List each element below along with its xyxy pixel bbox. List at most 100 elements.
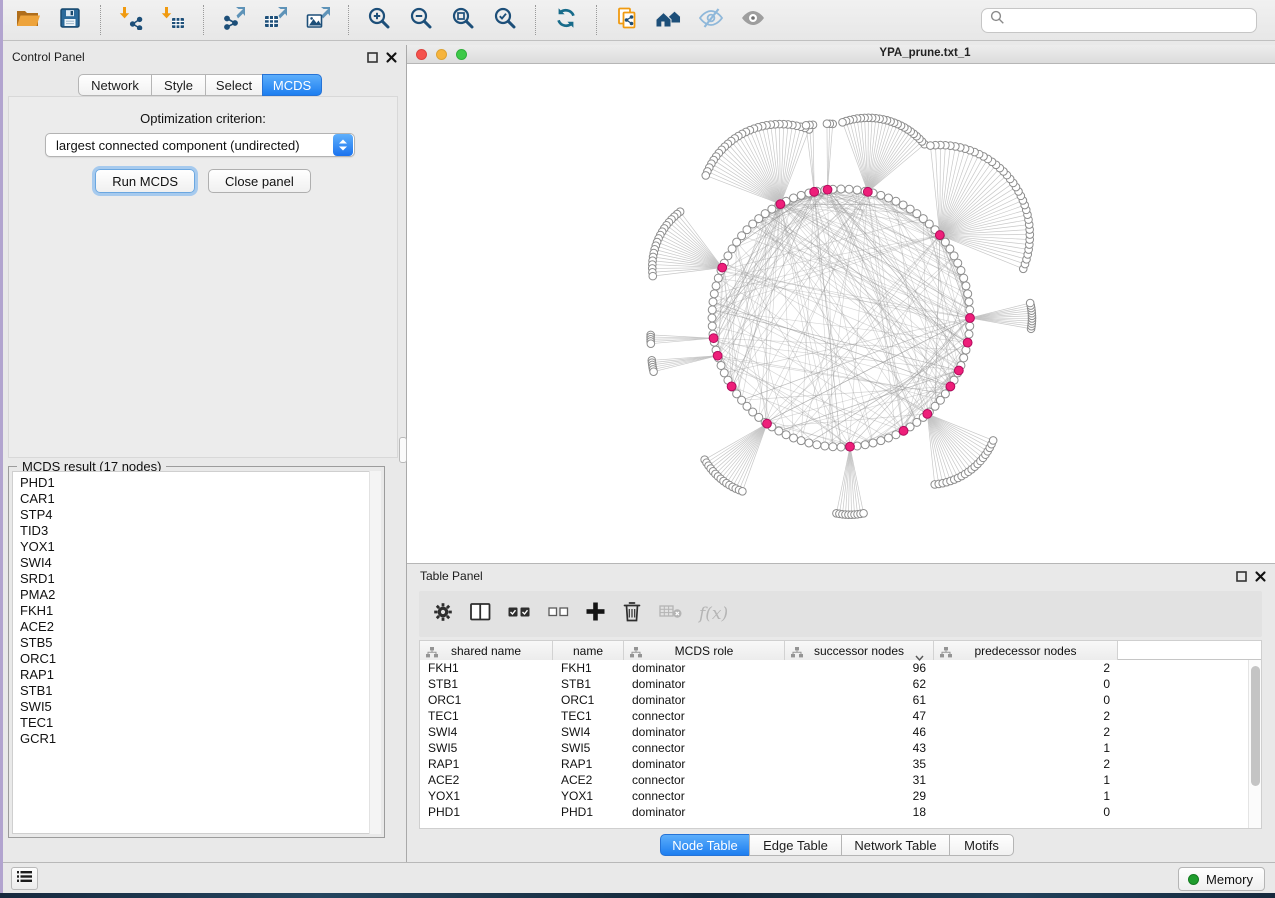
create-column-button[interactable] xyxy=(586,602,605,626)
mcds-node-item[interactable]: ORC1 xyxy=(20,651,366,667)
table-cell: 2 xyxy=(934,756,1118,772)
open-file-button[interactable] xyxy=(7,3,49,37)
show-all-button[interactable] xyxy=(732,3,774,37)
tab-network[interactable]: Network xyxy=(78,74,152,96)
table-row[interactable]: ORC1ORC1dominator610 xyxy=(420,692,1261,708)
table-row[interactable]: RAP1RAP1dominator352 xyxy=(420,756,1261,772)
export-table-button[interactable] xyxy=(255,3,297,37)
mcds-node-item[interactable]: STB5 xyxy=(20,635,366,651)
tab-style[interactable]: Style xyxy=(151,74,206,96)
tab-edge-table[interactable]: Edge Table xyxy=(749,834,842,856)
save-session-button[interactable] xyxy=(49,3,91,37)
close-panel-button[interactable] xyxy=(1255,571,1266,582)
button-label: Run MCDS xyxy=(112,174,178,189)
export-image-button[interactable] xyxy=(297,3,339,37)
mcds-node-item[interactable]: FKH1 xyxy=(20,603,366,619)
table-cell: SWI5 xyxy=(420,740,553,756)
tab-label: Network xyxy=(91,78,139,93)
column-header-predecessor-nodes[interactable]: predecessor nodes xyxy=(934,641,1118,660)
mcds-node-item[interactable]: GCR1 xyxy=(20,731,366,747)
scrollbar-thumb[interactable] xyxy=(1251,666,1260,786)
show-columns-button[interactable] xyxy=(470,603,491,626)
close-window-button[interactable] xyxy=(416,49,427,60)
table-settings-button[interactable] xyxy=(433,602,453,627)
network-graph[interactable] xyxy=(407,64,1275,563)
mcds-node-item[interactable]: STP4 xyxy=(20,507,366,523)
table-row[interactable]: FKH1FKH1dominator962 xyxy=(420,660,1261,676)
mcds-node-item[interactable]: PMA2 xyxy=(20,587,366,603)
search-box[interactable] xyxy=(981,8,1257,33)
mcds-node-item[interactable]: CAR1 xyxy=(20,491,366,507)
result-scrollbar[interactable] xyxy=(369,471,381,834)
zoom-fit-button[interactable] xyxy=(442,3,484,37)
deselect-all-columns-button[interactable] xyxy=(548,605,569,623)
import-network-button[interactable] xyxy=(110,3,152,37)
table-toolbar: f(x) xyxy=(419,591,1262,637)
mcds-node-item[interactable]: SWI5 xyxy=(20,699,366,715)
mcds-node-item[interactable]: TEC1 xyxy=(20,715,366,731)
splitter-handle[interactable] xyxy=(399,437,407,463)
column-header-shared-name[interactable]: shared name xyxy=(420,641,553,660)
mcds-node-item[interactable]: TID3 xyxy=(20,523,366,539)
function-builder-button[interactable]: f(x) xyxy=(699,604,728,624)
tab-motifs[interactable]: Motifs xyxy=(949,834,1014,856)
toolbar-separator xyxy=(596,5,597,35)
mcds-result-list[interactable]: PHD1CAR1STP4TID3YOX1SWI4SRD1PMA2FKH1ACE2… xyxy=(12,471,381,834)
maximize-window-button[interactable] xyxy=(456,49,467,60)
close-panel-button[interactable] xyxy=(386,52,397,63)
float-panel-button[interactable] xyxy=(1236,571,1247,582)
tab-node-table[interactable]: Node Table xyxy=(660,834,750,856)
run-mcds-button[interactable]: Run MCDS xyxy=(95,169,195,193)
mcds-node-item[interactable]: ACE2 xyxy=(20,619,366,635)
mcds-node-item[interactable]: YOX1 xyxy=(20,539,366,555)
select-all-columns-button[interactable] xyxy=(508,605,531,623)
search-input[interactable] xyxy=(1011,13,1248,28)
export-network-button[interactable] xyxy=(213,3,255,37)
table-row[interactable]: SWI4SWI4dominator462 xyxy=(420,724,1261,740)
zoom-selected-button[interactable] xyxy=(484,3,526,37)
table-cell: 46 xyxy=(785,724,934,740)
table-cell: ORC1 xyxy=(420,692,553,708)
mcds-node-item[interactable]: STB1 xyxy=(20,683,366,699)
memory-button[interactable]: Memory xyxy=(1178,867,1265,891)
column-header-successor-nodes[interactable]: successor nodes xyxy=(785,641,934,660)
column-label: successor nodes xyxy=(814,644,904,658)
criterion-dropdown[interactable]: largest connected component (undirected) xyxy=(45,133,355,157)
tab-mcds[interactable]: MCDS xyxy=(262,74,322,96)
show-panels-button[interactable] xyxy=(11,867,38,890)
table-row[interactable]: PHD1PHD1dominator180 xyxy=(420,804,1261,820)
network-canvas[interactable] xyxy=(407,64,1275,563)
mcds-node-item[interactable]: SWI4 xyxy=(20,555,366,571)
duplicate-network-icon xyxy=(615,6,639,35)
mcds-node-item[interactable]: RAP1 xyxy=(20,667,366,683)
first-neighbors-button[interactable] xyxy=(648,3,690,37)
import-table-button[interactable] xyxy=(152,3,194,37)
table-row[interactable]: ACE2ACE2connector311 xyxy=(420,772,1261,788)
tab-select[interactable]: Select xyxy=(205,74,263,96)
column-header-MCDS-role[interactable]: MCDS role xyxy=(624,641,785,660)
table-row[interactable]: YOX1YOX1connector291 xyxy=(420,788,1261,804)
column-header-name[interactable]: name xyxy=(553,641,624,660)
table-cell: FKH1 xyxy=(420,660,553,676)
table-row[interactable]: SWI5SWI5connector431 xyxy=(420,740,1261,756)
import-network-icon xyxy=(119,6,143,35)
refresh-button[interactable] xyxy=(545,3,587,37)
table-scrollbar[interactable] xyxy=(1248,660,1261,828)
duplicate-network-button[interactable] xyxy=(606,3,648,37)
zoom-in-button[interactable] xyxy=(358,3,400,37)
table-row[interactable]: STB1STB1dominator620 xyxy=(420,676,1261,692)
delete-table-button[interactable] xyxy=(659,604,682,624)
close-panel-button-2[interactable]: Close panel xyxy=(208,169,311,193)
network-window-titlebar[interactable]: YPA_prune.txt_1 xyxy=(407,45,1275,64)
hide-selected-button[interactable] xyxy=(690,3,732,37)
zoom-out-button[interactable] xyxy=(400,3,442,37)
tab-network-table[interactable]: Network Table xyxy=(841,834,950,856)
mcds-node-item[interactable]: SRD1 xyxy=(20,571,366,587)
delete-column-button[interactable] xyxy=(622,601,642,627)
mcds-node-item[interactable]: PHD1 xyxy=(20,475,366,491)
table-row[interactable]: TEC1TEC1connector472 xyxy=(420,708,1261,724)
table-cell: 1 xyxy=(934,788,1118,804)
table-cell: YOX1 xyxy=(553,788,624,804)
minimize-window-button[interactable] xyxy=(436,49,447,60)
float-panel-button[interactable] xyxy=(367,52,378,63)
